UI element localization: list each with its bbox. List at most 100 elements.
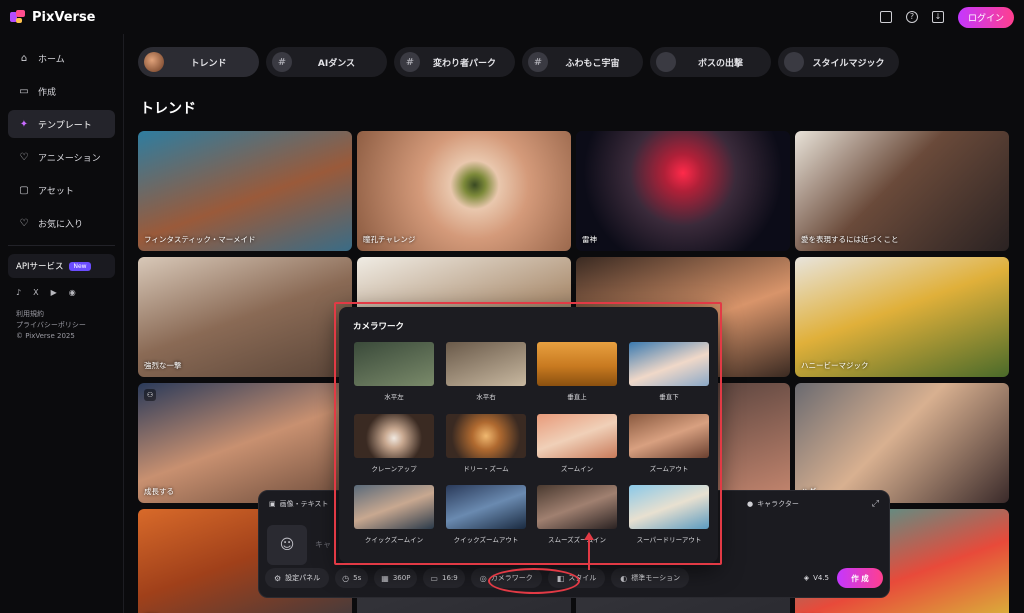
hashtag-icon: # [272,52,292,72]
camera-work-option[interactable]: スーパードリーアウト [629,485,709,544]
camera-work-label: クイックズームイン [364,536,424,544]
template-card-label: 雷神 [582,235,597,244]
template-card-label: 愛を表現するには近づくこと [801,235,899,244]
upload-image-button[interactable]: ☺ [267,525,307,565]
template-card[interactable]: 愛を表現するには近づくこと [795,131,1009,251]
camera-work-thumbnail [446,342,526,386]
template-card[interactable]: フィンタスティック・マーメイド [138,131,352,251]
camera-work-panel: カメラワーク 水平左 水平右 垂直上 垂直下 クレーンアップ ドリー・ズーム ズームイン ズー… [339,307,718,563]
app-name: PixVerse [32,9,96,25]
camera-work-label: 水平右 [476,393,496,401]
motion-chip[interactable]: ◐ 標準モーション [611,568,690,588]
tab-label: スタイルマジック [812,58,885,69]
camera-work-label: クイックズームアウト [453,536,519,544]
tab-quirky-park[interactable]: # 変わり者パーク [394,47,515,77]
settings-panel-chip[interactable]: ⚙ 設定パネル [265,568,330,588]
prompt-input[interactable]: キャ [315,539,331,550]
tab-style-magic[interactable]: スタイルマジック [778,47,899,77]
sidebar-item-animation[interactable]: ♡ アニメーション [8,143,115,171]
tab-image-text[interactable]: ▣ 画像・テキスト [269,499,328,509]
camera-work-option[interactable]: スムーズズームイン [537,485,617,544]
copyright: © PixVerse 2025 [16,332,75,340]
tab-thumbnail-icon [656,52,676,72]
camera-work-thumbnail [354,485,434,529]
camera-work-thumbnail [537,414,617,458]
camera-work-option[interactable]: 垂直上 [537,342,617,401]
home-icon: ⌂ [20,52,28,64]
api-service-link[interactable]: APIサービス New [8,254,115,278]
camera-work-option[interactable]: ズームイン [537,414,617,473]
sidebar-item-home[interactable]: ⌂ ホーム [8,44,115,72]
category-tabs: トレンド # AIダンス # 変わり者パーク # ふわもこ宇宙 ボスの出撃 スタ… [138,47,899,77]
camera-work-option[interactable]: 水平右 [446,342,526,401]
sliders-icon: ⚙ [274,573,282,583]
aspect-ratio-icon: ▭ [430,573,438,583]
camera-work-option[interactable]: クレーンアップ [354,414,434,473]
clock-icon: ◷ [342,573,350,583]
x-icon[interactable]: X [33,288,38,297]
create-button[interactable]: 作 成 [837,568,883,588]
template-card-label: 成長する [144,487,174,496]
template-card-label: 瞳孔チャレンジ [363,235,416,244]
camera-work-option[interactable]: クイックズームイン [354,485,434,544]
tab-trend[interactable]: トレンド [138,47,259,77]
login-button[interactable]: ログイン [957,6,1014,28]
section-title: トレンド [140,101,196,117]
chip-label: 5s [353,574,362,582]
people-icon: ⚇ [144,389,156,401]
tab-fluffy-universe[interactable]: # ふわもこ宇宙 [522,47,643,77]
template-card[interactable]: ハグ [795,383,1009,503]
camera-work-thumbnail [537,342,617,386]
book-icon[interactable] [879,11,892,23]
camera-work-option[interactable]: クイックズームアウト [446,485,526,544]
terms-link[interactable]: 利用規約 [8,309,115,320]
sidebar-item-favorites[interactable]: ♡ お気に入り [8,209,115,237]
template-card[interactable]: 強烈な一撃 [138,257,352,377]
sidebar-item-label: アニメーション [38,153,101,164]
template-card[interactable]: ⚇ 成長する [138,383,352,503]
folder-icon: ▢ [19,184,29,196]
privacy-link[interactable]: プライバシーポリシー [8,320,115,331]
tool-row: ⚙ 設定パネル ◷ 5s ▦ 360P ▭ 16:9 ◎ カメラワーク ◧ スタ… [265,568,883,588]
help-icon[interactable]: ? [905,11,918,23]
camera-work-chip[interactable]: ◎ カメラワーク [470,568,542,588]
camera-work-option[interactable]: ズームアウト [629,414,709,473]
logo[interactable]: PixVerse [10,10,96,25]
camera-work-label: スーパードリーアウト [636,536,702,544]
sidebar-item-templates[interactable]: ✦ テンプレート [8,110,115,138]
discord-icon[interactable]: ◉ [69,288,76,297]
model-selector[interactable]: ◈ V4.5 [804,574,829,582]
sidebar-item-create[interactable]: ▭ 作成 [8,77,115,105]
camera-work-label: 垂直上 [567,393,587,401]
template-card[interactable]: 瞳孔チャレンジ [357,131,571,251]
template-card[interactable]: ハニービーマジック [795,257,1009,377]
tab-ai-dance[interactable]: # AIダンス [266,47,387,77]
sidebar-item-assets[interactable]: ▢ アセット [8,176,115,204]
hashtag-icon: # [528,52,548,72]
camera-work-label: 垂直下 [659,393,679,401]
duration-chip[interactable]: ◷ 5s [335,568,369,588]
style-chip[interactable]: ◧ スタイル [547,568,606,588]
resolution-chip[interactable]: ▦ 360P [374,568,418,588]
youtube-icon[interactable]: ▶ [51,288,57,297]
model-label: V4.5 [813,574,829,582]
app-root: PixVerse ? ↓ ログイン ⌂ ホーム ▭ 作成 ✦ テンプレート ♡ … [0,0,1024,613]
tab-character[interactable]: ● キャラクター [747,499,799,509]
tab-label: トレンド [190,58,227,69]
tiktok-icon[interactable]: ♪ [16,288,21,297]
template-card[interactable]: 雷神 [576,131,790,251]
camera-work-option[interactable]: 水平左 [354,342,434,401]
camera-work-option[interactable]: 垂直下 [629,342,709,401]
tab-label: ふわもこ宇宙 [565,58,620,69]
download-icon[interactable]: ↓ [931,11,944,23]
heart-icon: ♡ [19,217,29,229]
camera-work-label: ズームアウト [649,465,689,473]
expand-icon[interactable]: ⤢ [872,499,879,509]
social-links: ♪ X ▶ ◉ [8,288,115,297]
aspect-ratio-chip[interactable]: ▭ 16:9 [423,568,465,588]
tab-label: 画像・テキスト [279,500,329,508]
camera-work-option[interactable]: ドリー・ズーム [446,414,526,473]
template-card-label: 強烈な一撃 [144,361,182,370]
tab-boss-sortie[interactable]: ボスの出撃 [650,47,771,77]
smile-icon: ☺ [279,537,295,553]
